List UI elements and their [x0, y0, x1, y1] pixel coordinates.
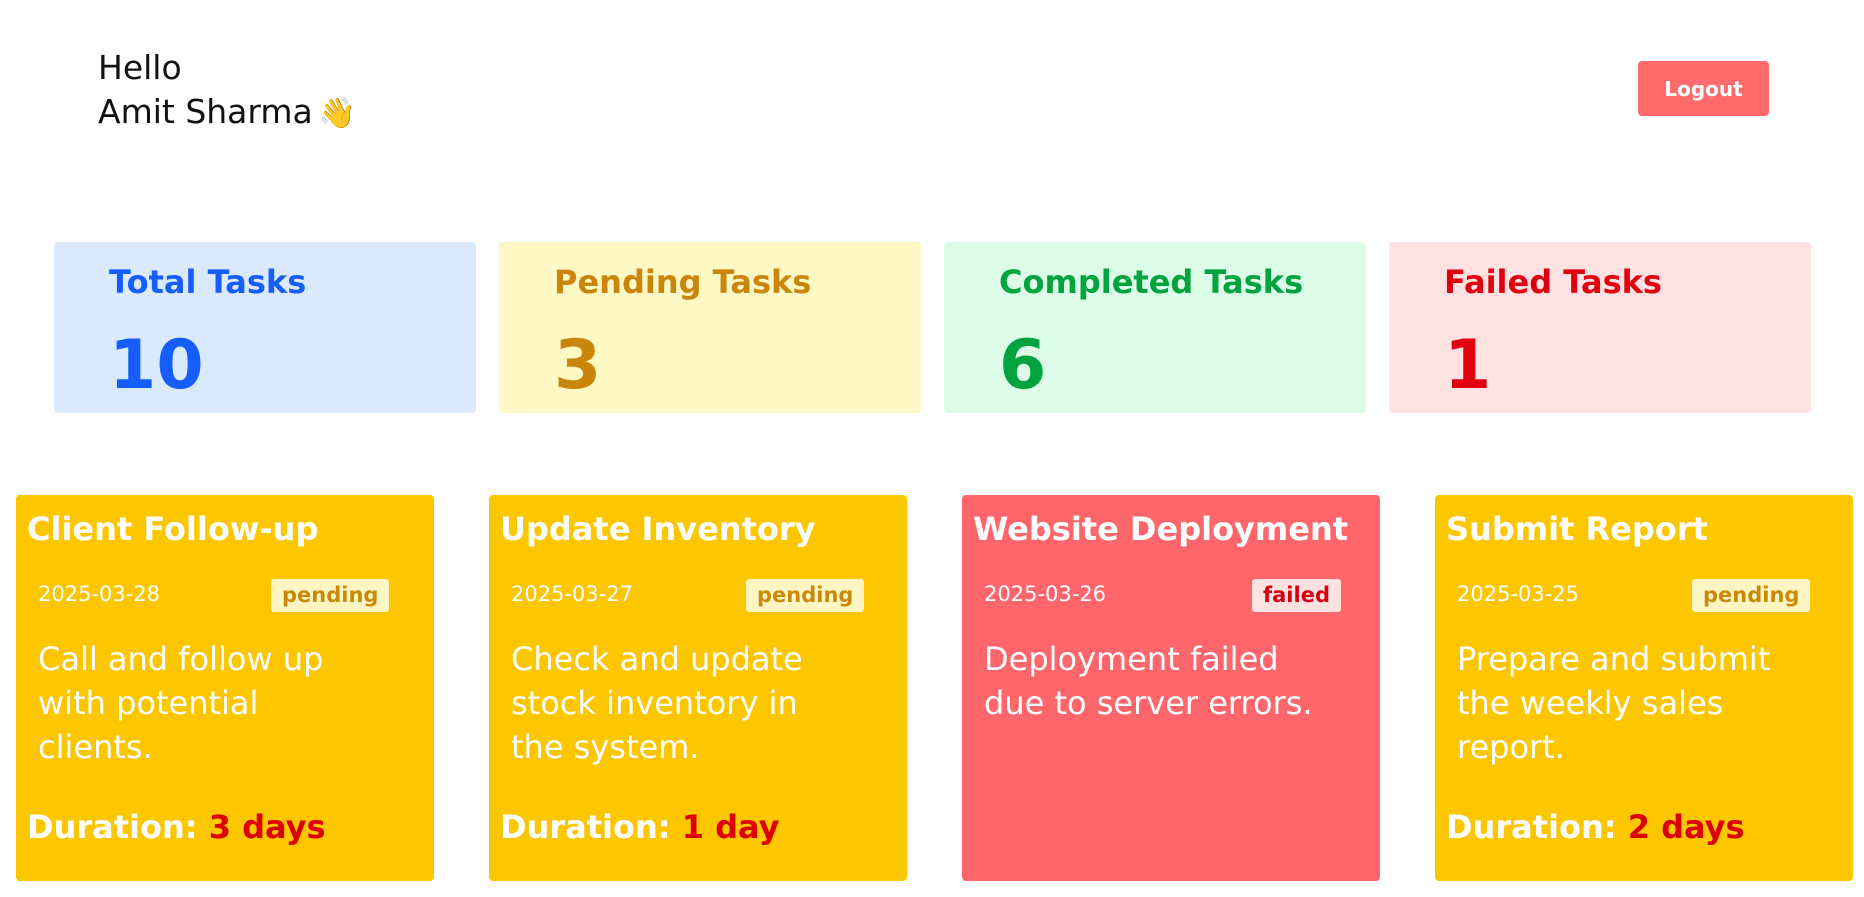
task-date: 2025-03-25 [1457, 582, 1580, 606]
duration-value: 3 days [208, 808, 326, 846]
duration-label: Duration: [500, 808, 671, 846]
duration-value: 1 day [681, 808, 780, 846]
stat-value: 1 [1444, 326, 1492, 405]
task-description: Call and follow up with potential client… [38, 640, 324, 766]
task-list: Client Follow-up 2025-03-28 pending Call… [16, 495, 1853, 881]
task-status-badge: pending [1692, 579, 1811, 612]
stat-label: Completed Tasks [999, 263, 1304, 301]
stat-value: 10 [109, 326, 204, 405]
user-name: Amit Sharma [98, 92, 313, 131]
stat-card-failed: Failed Tasks 1 [1389, 242, 1811, 413]
task-status-badge: pending [271, 579, 390, 612]
task-description: Deployment failed due to server errors. [984, 640, 1313, 722]
task-duration: Duration: 3 days [27, 805, 326, 849]
task-card[interactable]: Client Follow-up 2025-03-28 pending Call… [16, 495, 434, 881]
dashboard-page: Hello Amit Sharma 👋 Logout Total Tasks 10… [0, 0, 1864, 897]
task-title: Submit Report [1446, 510, 1708, 548]
task-date: 2025-03-28 [38, 582, 161, 606]
task-title: Website Deployment [973, 510, 1349, 548]
greeting-block: Hello Amit Sharma 👋 [98, 46, 356, 136]
logout-button[interactable]: Logout [1638, 61, 1769, 116]
stat-label: Total Tasks [109, 263, 307, 301]
task-card[interactable]: Website Deployment 2025-03-26 failed Dep… [962, 495, 1380, 881]
task-description: Check and update stock inventory in the … [511, 640, 803, 766]
task-date: 2025-03-27 [511, 582, 634, 606]
stat-label: Pending Tasks [554, 263, 812, 301]
task-stats-row: Total Tasks 10 Pending Tasks 3 Completed… [54, 242, 1811, 413]
stat-card-total: Total Tasks 10 [54, 242, 476, 413]
task-status-badge: failed [1252, 579, 1341, 612]
task-title: Update Inventory [500, 510, 816, 548]
task-title: Client Follow-up [27, 510, 319, 548]
stat-value: 6 [999, 326, 1047, 405]
greeting-hello: Hello [98, 48, 182, 87]
stat-value: 3 [554, 326, 602, 405]
task-card[interactable]: Update Inventory 2025-03-27 pending Chec… [489, 495, 907, 881]
duration-label: Duration: [1446, 808, 1617, 846]
waving-hand-icon: 👋 [318, 96, 357, 131]
stat-card-pending: Pending Tasks 3 [499, 242, 921, 413]
task-card[interactable]: Submit Report 2025-03-25 pending Prepare… [1435, 495, 1853, 881]
stat-label: Failed Tasks [1444, 263, 1662, 301]
greeting-user-line: Amit Sharma 👋 [98, 90, 356, 136]
task-status-badge: pending [746, 579, 865, 612]
task-duration: Duration: 2 days [1446, 805, 1745, 849]
duration-value: 2 days [1627, 808, 1745, 846]
task-description: Prepare and submit the weekly sales repo… [1457, 640, 1771, 766]
stat-card-completed: Completed Tasks 6 [944, 242, 1366, 413]
task-date: 2025-03-26 [984, 582, 1107, 606]
duration-label: Duration: [27, 808, 198, 846]
task-duration: Duration: 1 day [500, 805, 779, 849]
